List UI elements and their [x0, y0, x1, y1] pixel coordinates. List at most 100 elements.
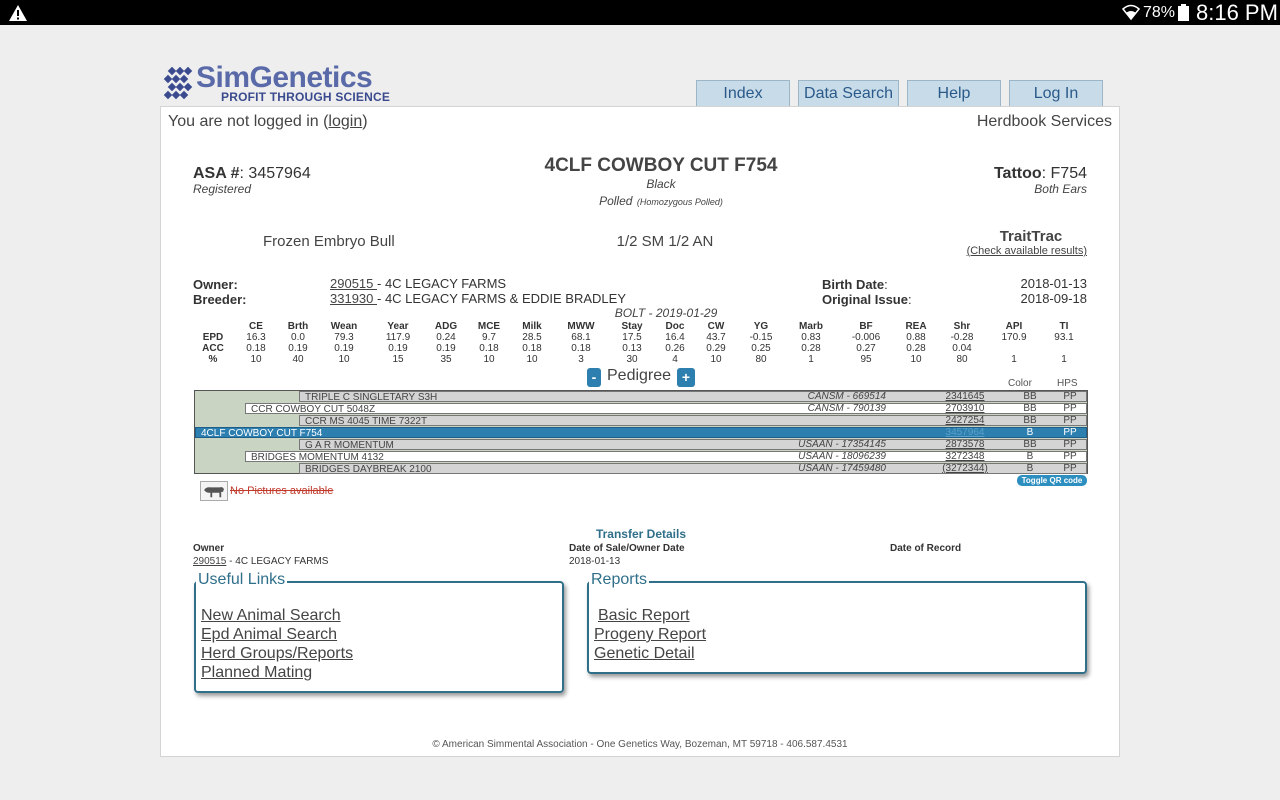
basic-report-link[interactable]: Basic Report [598, 607, 690, 625]
epd-value-cell: 28.5 [522, 332, 542, 343]
login-status: You are not logged in (login) [168, 113, 368, 130]
epd-value-cell: 0.19 [388, 343, 408, 354]
epd-value-cell: 10 [526, 354, 538, 365]
epd-header-row: CE Brth Wean Year ADG MCE Milk MWW Stay Doc CW YG Ma… [193, 321, 1089, 332]
pedigree-color: BB [1023, 439, 1037, 450]
epd-value-cell: 1 [1061, 354, 1067, 365]
login-link[interactable]: login [328, 113, 362, 130]
pedigree-reg-link[interactable]: 2873578 [935, 439, 995, 450]
birth-date: 2018-01-13 [1020, 276, 1088, 291]
toggle-qr-button[interactable]: Toggle QR code [1017, 475, 1087, 486]
status-bar: 78% 8:16 PM [0, 0, 1280, 25]
battery-percent: 78% [1143, 4, 1176, 21]
epd-value-cell: 0.25 [751, 343, 771, 354]
sale-date: 2018-01-13 [569, 556, 621, 567]
nav-data-search-button[interactable]: Data Search [798, 80, 899, 107]
pedigree-row[interactable]: 4CLF COWBOY CUT F754 3457964 B PP [195, 427, 1087, 439]
cow-icon [200, 481, 228, 501]
pedigree-reg-link[interactable]: 2703910 [935, 403, 995, 414]
breeder: 331930 - 4C LEGACY FARMS & EDDIE BRADLEY [330, 291, 626, 306]
epd-header-cell: Milk [522, 321, 542, 332]
new-animal-search-link[interactable]: New Animal Search [201, 607, 341, 625]
epd-value-cell: 3 [578, 354, 584, 365]
epd-value-cell: 0.19 [288, 343, 308, 354]
wifi-icon [1122, 4, 1140, 21]
pedigree-hps: PP [1063, 427, 1077, 438]
owner: 290515 - 4C LEGACY FARMS [330, 276, 507, 291]
epd-value-cell: 0.83 [801, 332, 821, 343]
reports-box: Reports Basic Report Progeny Report Gene… [587, 571, 1087, 674]
nav-login-button[interactable]: Log In [1009, 80, 1103, 107]
epd-animal-search-link[interactable]: Epd Animal Search [201, 626, 337, 644]
epd-value-cell: -0.15 [749, 332, 773, 343]
pedigree-reg-link[interactable]: 2427254 [935, 415, 995, 426]
logo-dots-icon [163, 66, 193, 100]
transfer-owner-link[interactable]: 290515 [193, 556, 226, 567]
progeny-report-link[interactable]: Progeny Report [594, 626, 706, 644]
epd-header-cell: BF [859, 321, 873, 332]
genetic-detail-link[interactable]: Genetic Detail [594, 645, 695, 663]
epd-value-cell: 0.88 [906, 332, 926, 343]
breeder-id-link[interactable]: 331930 [330, 291, 377, 306]
pedigree-registration: USAAN - 17459480 [798, 463, 886, 474]
epd-value-cell: 1 [1011, 354, 1017, 365]
logo-tagline: PROFIT THROUGH SCIENCE [221, 90, 391, 104]
pedigree-collapse-button[interactable]: - [587, 368, 601, 387]
owner-label: Owner: [193, 277, 238, 292]
pedigree-hps: PP [1063, 391, 1077, 402]
pedigree-row[interactable]: CCR MS 4045 TIME 7322T 2427254 BB PP [195, 415, 1087, 427]
pedigree-reg-link[interactable]: 3457964 [935, 427, 995, 438]
registered-status: Registered [193, 182, 252, 196]
epd-date: BOLT - 2019-01-29 [614, 306, 718, 320]
pedigree-row[interactable]: G A R MOMENTUM USAAN - 17354145 2873578 BB P… [195, 439, 1087, 451]
epd-value-cell: 170.9 [1001, 332, 1027, 343]
herd-groups-link[interactable]: Herd Groups/Reports [201, 645, 353, 663]
pedigree-color: B [1026, 451, 1034, 462]
transfer-details-title: Transfer Details [595, 527, 687, 541]
reports-title: Reports [589, 571, 650, 589]
sale-date-label: Date of Sale/Owner Date [569, 543, 685, 554]
pedigree-reg-link[interactable]: 3272348 [935, 451, 995, 462]
epd-header-cell: TI [1059, 321, 1069, 332]
asa-number: ASA #: 3457964 [193, 165, 311, 182]
pedigree-row[interactable]: TRIPLE C SINGLETARY S3H CANSM - 669514 234… [195, 391, 1087, 403]
useful-links-title: Useful Links [196, 571, 288, 589]
animal-color: Black [646, 177, 676, 191]
pedigree-color-header: Color [1008, 378, 1032, 389]
pedigree-row[interactable]: CCR COWBOY CUT 5048Z CANSM - 790139 270391… [195, 403, 1087, 415]
nav-index-button[interactable]: Index [696, 80, 790, 107]
epd-value-cell: 93.1 [1054, 332, 1074, 343]
pedigree-color: B [1026, 427, 1034, 438]
pedigree-row[interactable]: BRIDGES MOMENTUM 4132 USAAN - 18096239 327… [195, 451, 1087, 463]
simgenetics-logo[interactable]: SimGenetics PROFIT THROUGH SCIENCE [163, 61, 393, 106]
epd-value-cell: 0.18 [522, 343, 542, 354]
no-pictures-text: No Pictures available [230, 485, 334, 497]
epd-header-cell: Marb [799, 321, 823, 332]
battery-icon [1178, 4, 1189, 21]
epd-value-cell: 79.3 [334, 332, 354, 343]
record-date-label: Date of Record [890, 543, 962, 554]
original-issue-label: Original Issue: [822, 292, 912, 307]
pedigree-reg-link[interactable]: (3272344) [935, 463, 995, 474]
epd-row-label: ACC [202, 343, 224, 354]
animal-type: Frozen Embryo Bull [263, 233, 395, 250]
epd-header-cell: REA [905, 321, 927, 332]
traittrac-link[interactable]: (Check available results) [967, 245, 1087, 257]
animal-name: 4CLF COWBOY CUT F754 [544, 155, 778, 176]
epd-row: ACC 0.18 0.19 0.19 0.19 0.19 0.18 0.18 0.18 0.13 0… [193, 343, 1089, 354]
pedigree-registration: USAAN - 18096239 [798, 451, 886, 462]
pedigree-reg-link[interactable]: 2341645 [935, 391, 995, 402]
pedigree-table: TRIPLE C SINGLETARY S3H CANSM - 669514 234… [194, 390, 1088, 475]
herdbook-services: Herdbook Services [976, 113, 1112, 130]
pedigree-expand-button[interactable]: + [677, 368, 695, 387]
planned-mating-link[interactable]: Planned Mating [201, 664, 312, 682]
nav-help-button[interactable]: Help [907, 80, 1001, 107]
pedigree-hps: PP [1063, 415, 1077, 426]
pedigree-title: Pedigree [607, 367, 672, 384]
owner-id-link[interactable]: 290515 [330, 276, 377, 291]
pedigree-row[interactable]: BRIDGES DAYBREAK 2100 USAAN - 17459480 (32… [195, 463, 1087, 475]
footer: © American Simmental Association - One G… [432, 739, 848, 750]
pedigree-hps: PP [1063, 451, 1077, 462]
pedigree-hps: PP [1063, 439, 1077, 450]
epd-row-label: % [208, 354, 218, 365]
